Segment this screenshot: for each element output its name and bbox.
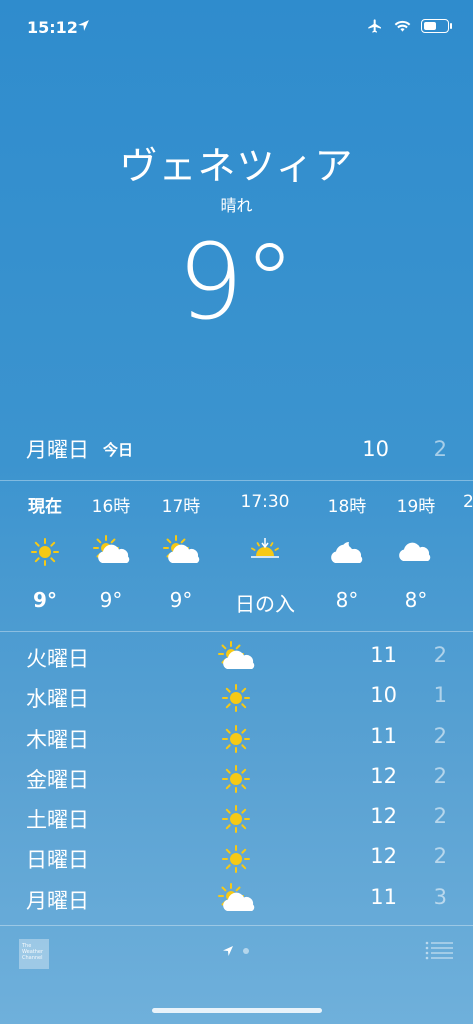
hour-time: 17:30 xyxy=(240,492,290,512)
moon-cloud-icon xyxy=(312,534,382,566)
divider xyxy=(0,480,473,481)
bottom-toolbar: The Weather Channel xyxy=(0,928,473,1024)
daily-low: 2 xyxy=(433,844,447,868)
today-label: 今日 xyxy=(103,440,134,459)
daily-high: 11 xyxy=(370,885,397,909)
sunset-icon xyxy=(230,534,300,566)
daily-high: 10 xyxy=(370,683,397,707)
sun-icon xyxy=(214,841,258,875)
daily-row: 日曜日 12 2 xyxy=(0,838,473,878)
page-dot[interactable] xyxy=(243,948,249,954)
hour-time: 2 xyxy=(463,492,473,512)
daily-low: 2 xyxy=(433,804,447,828)
hour-temp: 8° xyxy=(335,588,359,612)
daily-low: 2 xyxy=(433,643,447,667)
hour-time: 現在 xyxy=(28,497,62,517)
battery-level xyxy=(424,22,436,30)
daily-day: 金曜日 xyxy=(26,768,89,792)
city-name: ヴェネツィア xyxy=(119,144,354,188)
divider xyxy=(0,925,473,926)
sun-cloud-icon xyxy=(214,882,258,916)
daily-high: 12 xyxy=(370,764,397,788)
location-arrow-icon xyxy=(78,20,89,31)
sun-icon xyxy=(214,801,258,835)
hour-time: 18時 xyxy=(327,497,367,517)
hour-time: 17時 xyxy=(161,497,201,517)
today-low: 2 xyxy=(433,437,447,461)
daily-row: 水曜日 10 1 xyxy=(0,677,473,717)
sun-icon xyxy=(214,761,258,795)
hour-time: 19時 xyxy=(396,497,436,517)
home-indicator[interactable] xyxy=(152,1008,322,1013)
battery-icon xyxy=(421,19,452,33)
city-list-icon[interactable] xyxy=(425,940,453,960)
hour-temp: 9° xyxy=(33,588,57,612)
cloud-icon xyxy=(381,534,451,566)
current-temperature: 9° xyxy=(177,221,296,343)
today-day: 月曜日 xyxy=(26,438,89,462)
sun-icon xyxy=(10,534,80,566)
sun-cloud-icon xyxy=(146,534,216,566)
page-control[interactable] xyxy=(222,945,249,957)
daily-high: 11 xyxy=(370,643,397,667)
hourly-forecast[interactable]: 現在 9° 16時 9° 17時 9° 17:30 日の入 18時 8° 19時… xyxy=(0,482,473,630)
daily-row: 月曜日 11 3 xyxy=(0,879,473,919)
sun-cloud-icon xyxy=(76,534,146,566)
daily-row: 金曜日 12 2 xyxy=(0,758,473,798)
status-time: 15:12 xyxy=(27,18,78,37)
daily-row: 土曜日 12 2 xyxy=(0,798,473,838)
daily-row: 木曜日 11 2 xyxy=(0,718,473,758)
today-summary: 月曜日 今日 10 2 xyxy=(26,432,453,466)
daily-low: 1 xyxy=(433,683,447,707)
daily-high: 12 xyxy=(370,804,397,828)
airplane-icon xyxy=(368,19,381,33)
sun-cloud-icon xyxy=(214,640,258,674)
daily-day: 日曜日 xyxy=(26,848,89,872)
daily-row: 火曜日 11 2 xyxy=(0,637,473,677)
current-condition: 晴れ xyxy=(220,196,253,215)
daily-day: 水曜日 xyxy=(26,687,89,711)
sun-icon xyxy=(214,721,258,755)
sun-icon xyxy=(214,680,258,714)
daily-day: 土曜日 xyxy=(26,808,89,832)
hour-temp: 9° xyxy=(169,588,193,612)
today-high: 10 xyxy=(362,437,389,461)
hour-time: 16時 xyxy=(91,497,131,517)
status-bar: 15:12 xyxy=(0,0,473,56)
daily-day: 月曜日 xyxy=(26,889,89,913)
wifi-icon xyxy=(394,20,411,32)
daily-high: 11 xyxy=(370,724,397,748)
weather-channel-logo[interactable]: The Weather Channel xyxy=(19,939,49,969)
daily-low: 2 xyxy=(433,724,447,748)
daily-low: 3 xyxy=(433,885,447,909)
daily-low: 2 xyxy=(433,764,447,788)
hour-temp: 日の入 xyxy=(235,592,295,616)
current-location-icon[interactable] xyxy=(222,945,234,957)
daily-high: 12 xyxy=(370,844,397,868)
divider xyxy=(0,631,473,632)
daily-day: 木曜日 xyxy=(26,728,89,752)
hour-temp: 8° xyxy=(404,588,428,612)
hour-temp: 9° xyxy=(99,588,123,612)
daily-day: 火曜日 xyxy=(26,647,89,671)
